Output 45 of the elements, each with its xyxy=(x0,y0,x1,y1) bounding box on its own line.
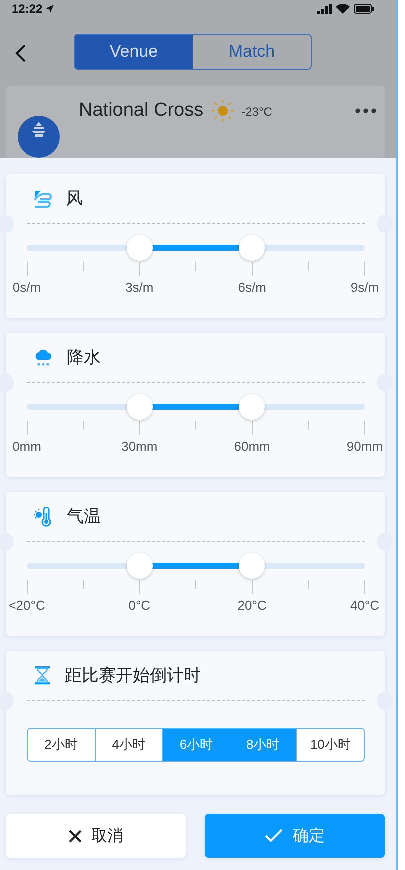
slider-handle[interactable] xyxy=(239,235,266,261)
signal-icon xyxy=(317,4,332,14)
filter-title: 距比赛开始倒计时 xyxy=(65,665,201,687)
tick-label: 40°C xyxy=(350,598,380,613)
tick-label: <20°C xyxy=(8,598,46,613)
duration-option[interactable]: 2小时 xyxy=(28,729,95,761)
tick-label: 9s/m xyxy=(350,280,380,295)
tick-label: 0°C xyxy=(128,598,151,613)
location-arrow-icon xyxy=(46,4,54,13)
filter-title: 降水 xyxy=(67,347,101,369)
slider-handle[interactable] xyxy=(126,235,153,261)
venue-name: National Cross xyxy=(79,100,204,123)
check-icon xyxy=(265,829,283,843)
tick-label: 3s/m xyxy=(126,280,154,295)
wind-icon xyxy=(34,190,52,208)
rain-cloud-icon xyxy=(34,348,53,366)
status-time: 12:22 xyxy=(12,2,43,16)
hourglass-icon xyxy=(34,666,51,685)
filter-title: 气温 xyxy=(67,506,101,528)
sun-icon xyxy=(212,100,234,122)
tick-label: 30mm xyxy=(122,439,158,454)
venue-temperature: -23°C xyxy=(242,105,272,121)
back-icon[interactable] xyxy=(15,44,27,62)
venue-avatar xyxy=(18,116,60,158)
slider-handle[interactable] xyxy=(239,553,266,579)
tick-label: 0s/m xyxy=(12,280,42,295)
nav-tab[interactable]: Venue xyxy=(75,34,193,68)
duration-option[interactable]: 4小时 xyxy=(94,729,162,761)
thermometer-icon xyxy=(34,506,53,526)
wifi-icon xyxy=(336,4,350,14)
tick-label: 6s/m xyxy=(238,280,266,295)
battery-icon xyxy=(354,4,374,14)
slider-handle[interactable] xyxy=(126,394,153,420)
tick-label: 20°C xyxy=(238,598,267,613)
tick-label: 0mm xyxy=(12,439,42,454)
venue-card[interactable]: National Cross -23°C xyxy=(6,86,385,158)
filter-title: 风 xyxy=(66,188,83,210)
close-icon xyxy=(68,830,82,842)
duration-option[interactable]: 10小时 xyxy=(296,729,364,761)
slider-handle[interactable] xyxy=(126,553,153,579)
tick-label: 60mm xyxy=(234,439,270,454)
tick-label: 90mm xyxy=(346,439,384,454)
slider-handle[interactable] xyxy=(239,394,266,420)
more-icon[interactable] xyxy=(355,108,377,114)
cancel-button[interactable]: 取消 xyxy=(6,814,186,858)
